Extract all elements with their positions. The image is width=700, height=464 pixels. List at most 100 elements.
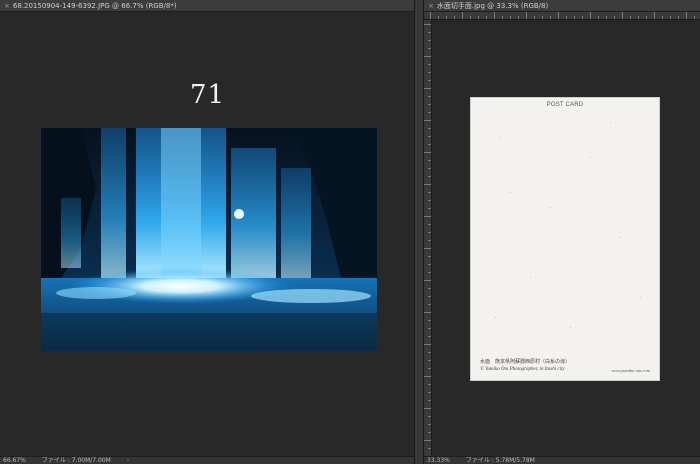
ruler-tick bbox=[486, 16, 487, 19]
ruler-tick bbox=[598, 16, 599, 19]
ruler-tick bbox=[424, 440, 431, 441]
postcard-back: POST CARD 水面 熊本県阿蘇郡西原村（白糸の滝） © Yumiko Ot… bbox=[470, 97, 660, 381]
ruler-tick bbox=[428, 72, 431, 73]
close-icon[interactable]: × bbox=[428, 2, 434, 10]
ruler-tick bbox=[424, 24, 431, 25]
ruler-tick bbox=[428, 400, 431, 401]
ruler-tick bbox=[424, 152, 431, 153]
left-document-title: 68.20150904-149-6392.JPG @ 66.7% (RGB/8*… bbox=[12, 2, 177, 10]
right-document-tab[interactable]: × 水面切手面.jpg @ 33.3% (RGB/8) bbox=[424, 0, 700, 12]
ruler-tick bbox=[428, 160, 431, 161]
ruler-tick bbox=[428, 304, 431, 305]
ruler-tick bbox=[518, 16, 519, 19]
ruler-tick bbox=[424, 88, 431, 89]
ruler-tick bbox=[428, 296, 431, 297]
ruler-tick bbox=[424, 312, 431, 313]
vertical-ruler[interactable] bbox=[424, 20, 432, 456]
ruler-tick bbox=[428, 384, 431, 385]
left-document-tab[interactable]: × 68.20150904-149-6392.JPG @ 66.7% (RGB/8… bbox=[0, 0, 414, 12]
ruler-tick bbox=[428, 328, 431, 329]
ruler-tick bbox=[678, 16, 679, 19]
ruler-tick bbox=[428, 104, 431, 105]
ruler-tick bbox=[428, 200, 431, 201]
ruler-tick bbox=[428, 416, 431, 417]
ruler-tick bbox=[428, 96, 431, 97]
ruler-tick bbox=[428, 40, 431, 41]
ruler-tick bbox=[428, 136, 431, 137]
paper-speck bbox=[510, 192, 511, 193]
ruler-tick bbox=[428, 256, 431, 257]
ruler-tick bbox=[428, 192, 431, 193]
left-status-bar: 66.67% ファイル : 7.00M/7.00M › bbox=[0, 456, 414, 464]
ruler-tick bbox=[670, 16, 671, 19]
ruler-tick bbox=[428, 368, 431, 369]
ruler-tick bbox=[428, 144, 431, 145]
ruler-tick bbox=[428, 208, 431, 209]
waterfall-image bbox=[41, 128, 377, 351]
ruler-tick bbox=[428, 80, 431, 81]
ruler-tick bbox=[478, 16, 479, 19]
ruler-tick bbox=[428, 360, 431, 361]
paper-speck bbox=[495, 317, 496, 318]
ruler-tick bbox=[558, 12, 559, 19]
ruler-tick bbox=[622, 12, 623, 19]
ruler-tick bbox=[582, 16, 583, 19]
ruler-tick bbox=[646, 16, 647, 19]
paper-speck bbox=[550, 207, 551, 208]
ruler-tick bbox=[590, 12, 591, 19]
ruler-tick bbox=[574, 16, 575, 19]
ruler-tick bbox=[424, 216, 431, 217]
ruler-tick bbox=[428, 48, 431, 49]
postcard-website: www.yumiko-ota.com bbox=[611, 368, 650, 373]
ruler-tick bbox=[424, 56, 431, 57]
ruler-tick bbox=[446, 16, 447, 19]
ruler-tick bbox=[686, 12, 687, 19]
ruler-tick bbox=[428, 392, 431, 393]
zoom-level[interactable]: 33.33% bbox=[427, 457, 450, 464]
file-size-info: ファイル : 5.78M/5.78M bbox=[465, 457, 535, 464]
paper-speck bbox=[500, 137, 501, 138]
horizontal-ruler[interactable] bbox=[424, 12, 700, 20]
close-icon[interactable]: × bbox=[4, 2, 10, 10]
ruler-tick bbox=[494, 12, 495, 19]
status-menu-arrow[interactable]: › bbox=[127, 457, 129, 464]
ruler-tick bbox=[430, 12, 431, 19]
ruler-tick bbox=[424, 376, 431, 377]
ruler-tick bbox=[654, 12, 655, 19]
ruler-tick bbox=[428, 352, 431, 353]
paper-speck bbox=[610, 122, 611, 123]
ruler-tick bbox=[428, 32, 431, 33]
ruler-tick bbox=[534, 16, 535, 19]
ruler-tick bbox=[424, 408, 431, 409]
ruler-tick bbox=[542, 16, 543, 19]
ruler-tick bbox=[662, 16, 663, 19]
ruler-tick bbox=[428, 168, 431, 169]
ruler-tick bbox=[428, 264, 431, 265]
paper-speck bbox=[640, 297, 641, 298]
ruler-tick bbox=[424, 120, 431, 121]
paper-speck bbox=[570, 327, 571, 328]
ruler-tick bbox=[428, 336, 431, 337]
ruler-tick bbox=[606, 16, 607, 19]
ruler-tick bbox=[424, 344, 431, 345]
ruler-tick bbox=[428, 432, 431, 433]
ruler-tick bbox=[428, 232, 431, 233]
ruler-tick bbox=[424, 184, 431, 185]
ruler-tick bbox=[454, 16, 455, 19]
ruler-tick bbox=[694, 16, 695, 19]
zoom-level[interactable]: 66.67% bbox=[3, 457, 26, 464]
ruler-tick bbox=[638, 16, 639, 19]
ruler-tick bbox=[566, 16, 567, 19]
ruler-tick bbox=[424, 248, 431, 249]
ruler-tick bbox=[614, 16, 615, 19]
left-document-window: × 68.20150904-149-6392.JPG @ 66.7% (RGB/8… bbox=[0, 0, 414, 464]
postcard-caption: 水面 熊本県阿蘇郡西原村（白糸の滝） bbox=[480, 360, 571, 365]
ruler-tick bbox=[428, 448, 431, 449]
ruler-tick bbox=[428, 320, 431, 321]
ruler-tick bbox=[428, 288, 431, 289]
ruler-tick bbox=[428, 176, 431, 177]
window-divider[interactable] bbox=[414, 0, 424, 464]
ruler-tick bbox=[428, 424, 431, 425]
paper-speck bbox=[530, 277, 531, 278]
photo-number-label: 71 bbox=[190, 80, 226, 110]
